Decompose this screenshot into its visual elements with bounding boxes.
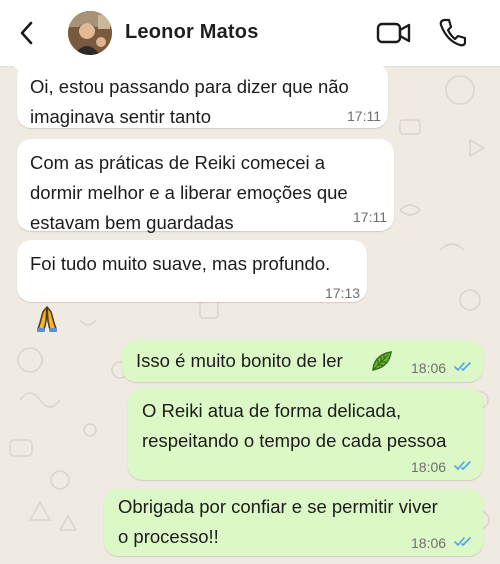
chevron-left-icon[interactable] — [14, 18, 40, 48]
chat-header: Leonor Matos — [0, 0, 500, 67]
double-check-icon — [454, 537, 471, 546]
message-bubble-incoming[interactable]: Foi tudo muito suave, mas profundo. 17:1… — [17, 240, 367, 302]
double-check-icon — [454, 362, 471, 371]
avatar[interactable] — [68, 11, 112, 55]
message-bubble-outgoing[interactable]: Isso é muito bonito de ler 18:06 — [122, 340, 483, 382]
phone-icon[interactable] — [438, 17, 466, 47]
message-bubble-outgoing[interactable]: O Reiki atua de forma delicada, respeita… — [128, 388, 483, 480]
contact-name[interactable]: Leonor Matos — [125, 21, 259, 44]
message-text: Oi, estou passando para dizer que não im… — [30, 76, 349, 127]
message-time: 17:11 — [353, 209, 387, 225]
message-text: Com as práticas de Reiki comecei a dormi… — [30, 152, 348, 233]
double-check-icon — [454, 461, 471, 470]
message-time: 18:06 — [411, 535, 447, 551]
praying-hands-emoji[interactable] — [32, 303, 62, 333]
bubble-tail — [10, 63, 24, 75]
message-bubble-incoming[interactable]: Com as práticas de Reiki comecei a dormi… — [17, 139, 394, 233]
message-text: O Reiki atua de forma delicada, respeita… — [142, 400, 447, 451]
message-bubble-outgoing[interactable]: Obrigada por confiar e se permitir viver… — [104, 489, 483, 556]
video-camera-icon[interactable] — [376, 19, 412, 47]
message-text: Foi tudo muito suave, mas profundo. — [30, 253, 331, 274]
message-time: 17:11 — [347, 108, 381, 124]
message-time: 18:06 — [411, 459, 447, 475]
message-bubble-incoming[interactable]: Oi, estou passando para dizer que não im… — [17, 63, 388, 128]
message-time: 18:06 — [411, 360, 447, 376]
leaf-emoji — [372, 351, 392, 371]
message-time: 17:13 — [325, 285, 361, 301]
message-text: Obrigada por confiar e se permitir viver… — [118, 496, 438, 547]
message-text: Isso é muito bonito de ler — [136, 350, 343, 371]
